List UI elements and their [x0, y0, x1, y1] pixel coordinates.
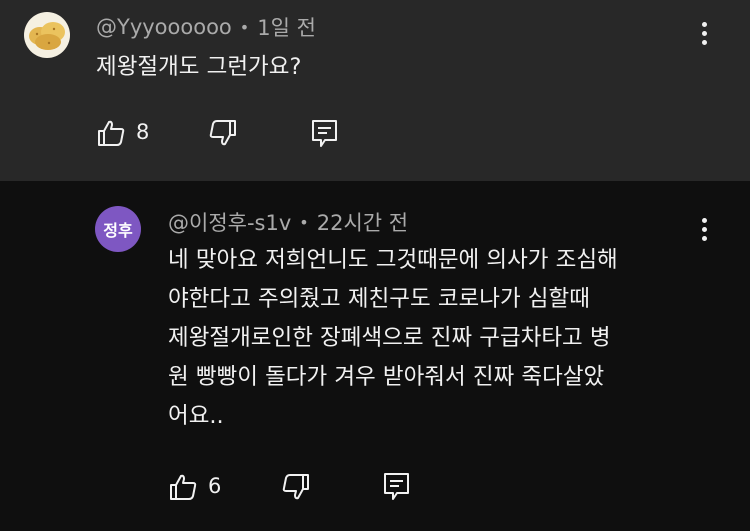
- dislike-button[interactable]: [208, 118, 238, 148]
- timestamp: 1일 전: [257, 16, 316, 40]
- comment-meta: @Yyyoooooo • 1일 전: [96, 12, 316, 42]
- timestamp: 22시간 전: [316, 211, 409, 235]
- comment-line: 네 맞아요 저희언니도 그것때문에 의사가 조심해: [168, 247, 618, 273]
- comment-meta: @이정후-s1v • 22시간 전: [168, 207, 408, 237]
- comment-line: 제왕절개로인한 장폐색으로 진짜 구급차타고 병: [168, 325, 611, 351]
- like-count: 8: [136, 120, 150, 144]
- comment-text: 네 맞아요 저희언니도 그것때문에 의사가 조심해 야한다고 주의줬고 제친구도…: [168, 241, 618, 436]
- thumbs-up-icon: [170, 474, 197, 500]
- avatar[interactable]: 정후: [95, 206, 141, 252]
- author-name[interactable]: @Yyyoooooo: [96, 15, 232, 39]
- separator-dot: •: [299, 212, 309, 232]
- like-button[interactable]: [168, 472, 198, 502]
- author-name[interactable]: @이정후-s1v: [168, 211, 291, 235]
- reply-button[interactable]: [310, 118, 340, 150]
- like-button[interactable]: [96, 118, 126, 148]
- comment-2: 정후 @이정후-s1v • 22시간 전 네 맞아요 저희언니도 그것때문에 의사가…: [0, 181, 750, 531]
- thumbs-up-icon: [98, 120, 125, 146]
- avatar-potato-icon[interactable]: [24, 12, 70, 58]
- thumbs-down-icon: [209, 120, 236, 146]
- comment-line: 야한다고 주의줬고 제친구도 코로나가 심할때: [168, 286, 590, 312]
- more-options-icon[interactable]: [692, 218, 716, 248]
- comment-line: 어요..: [168, 403, 224, 429]
- dislike-button[interactable]: [281, 472, 311, 502]
- reply-icon: [384, 473, 409, 500]
- separator-dot: •: [239, 17, 250, 37]
- comment-line: 원 빵빵이 돌다가 겨우 받아줘서 진짜 죽다살았: [168, 364, 605, 390]
- reply-button[interactable]: [382, 471, 412, 503]
- thumbs-down-icon: [282, 474, 309, 500]
- reply-icon: [312, 120, 337, 147]
- comment-line: 제왕절개도 그런가요?: [96, 54, 302, 80]
- comment-1: @Yyyoooooo • 1일 전 제왕절개도 그런가요? 8: [0, 0, 750, 181]
- comment-text: 제왕절개도 그런가요?: [96, 48, 301, 87]
- more-options-icon[interactable]: [692, 22, 716, 52]
- like-count: 6: [208, 474, 222, 498]
